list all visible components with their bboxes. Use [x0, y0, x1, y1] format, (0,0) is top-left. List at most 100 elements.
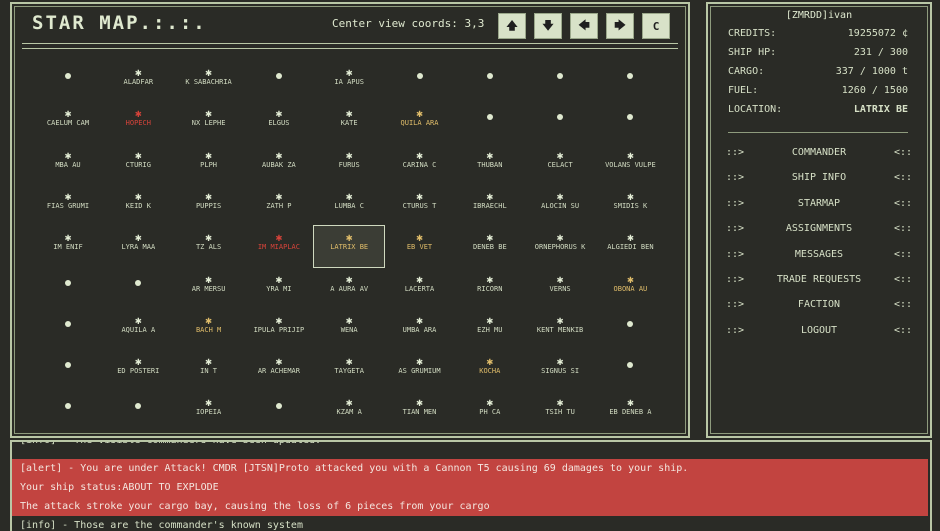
- menu-label: MESSAGES: [794, 249, 844, 260]
- star-system-cell[interactable]: ✱ DENEB BE: [455, 226, 525, 267]
- star-system-cell[interactable]: ✱ SIGNUS SI: [525, 350, 595, 391]
- star-system-cell[interactable]: ✱ IA APUS: [314, 61, 384, 102]
- star-system-cell[interactable]: ✱ CELACT: [525, 144, 595, 185]
- star-system-cell[interactable]: ✱ PLPH: [174, 144, 244, 185]
- empty-sector-cell[interactable]: [33, 350, 103, 391]
- empty-sector-cell[interactable]: [455, 61, 525, 102]
- star-system-cell[interactable]: ✱ WENA: [314, 309, 384, 350]
- star-system-cell[interactable]: ✱ IN T: [174, 350, 244, 391]
- empty-sector-cell[interactable]: [103, 268, 173, 309]
- star-icon: ✱: [134, 355, 142, 369]
- star-system-cell[interactable]: ✱ AR ACHEMAR: [244, 350, 314, 391]
- star-system-cell[interactable]: ✱ IM MIAPLAC: [244, 226, 314, 267]
- star-system-cell[interactable]: ✱ AS GRUMIUM: [385, 350, 455, 391]
- star-system-cell[interactable]: ✱ AQUILA A: [103, 309, 173, 350]
- menu-messages[interactable]: ::> MESSAGES <::: [726, 249, 912, 263]
- star-system-cell[interactable]: ✱ ORNEPHORUS K: [525, 226, 595, 267]
- star-system-cell[interactable]: ✱ KZAM A: [314, 391, 384, 432]
- empty-sector-cell[interactable]: [595, 61, 665, 102]
- star-system-cell[interactable]: ✱ NX LEPHE: [174, 102, 244, 143]
- star-system-cell[interactable]: ✱ UMBA ARA: [385, 309, 455, 350]
- star-system-cell[interactable]: ✱ RICORN: [455, 268, 525, 309]
- star-system-cell[interactable]: ✱ A AURA AV: [314, 268, 384, 309]
- current-system-cell[interactable]: ✱ LATRIX BE: [313, 225, 386, 269]
- star-system-cell[interactable]: ✱ THUBAN: [455, 144, 525, 185]
- star-system-cell[interactable]: ✱ CTURIG: [103, 144, 173, 185]
- star-system-cell[interactable]: ✱ CTURUS T: [385, 185, 455, 226]
- menu-label: FACTION: [797, 299, 841, 310]
- star-system-cell[interactable]: ✱ EB DENEB A: [595, 391, 665, 432]
- star-system-cell[interactable]: ✱ KENT MENKIB: [525, 309, 595, 350]
- star-system-cell[interactable]: ✱ IBRAECHL: [455, 185, 525, 226]
- star-system-cell[interactable]: ✱ EB VET: [385, 226, 455, 267]
- star-system-cell[interactable]: ✱ ELGUS: [244, 102, 314, 143]
- empty-sector-cell[interactable]: [244, 391, 314, 432]
- empty-sector-dot-icon: [65, 279, 71, 286]
- star-system-cell[interactable]: ✱ FIAS GRUMI: [33, 185, 103, 226]
- empty-sector-cell[interactable]: [385, 61, 455, 102]
- star-system-cell[interactable]: ✱ K SABACHRIA: [174, 61, 244, 102]
- empty-sector-cell[interactable]: [33, 268, 103, 309]
- star-system-cell[interactable]: ✱ OBONA AU: [595, 268, 665, 309]
- star-system-cell[interactable]: ✱ BACH M: [174, 309, 244, 350]
- star-system-cell[interactable]: ✱ AR MERSU: [174, 268, 244, 309]
- star-icon: ✱: [627, 189, 634, 203]
- star-system-cell[interactable]: ✱ AUBAK ZA: [244, 144, 314, 185]
- empty-sector-cell[interactable]: [33, 61, 103, 102]
- menu-starmap[interactable]: ::> STARMAP <::: [726, 198, 912, 212]
- star-system-cell[interactable]: ✱ IM ENIF: [33, 226, 103, 267]
- star-system-cell[interactable]: ✱ LYRA MAA: [103, 226, 173, 267]
- menu-assignments[interactable]: ::> ASSIGNMENTS <::: [726, 223, 912, 237]
- empty-sector-cell[interactable]: [455, 102, 525, 143]
- menu-label: SHIP INFO: [791, 172, 847, 183]
- star-system-cell[interactable]: ✱ HOPECH: [103, 102, 173, 143]
- star-system-cell[interactable]: ✱ TZ ALS: [174, 226, 244, 267]
- star-system-cell[interactable]: ✱ IOPEIA: [174, 391, 244, 432]
- star-system-cell[interactable]: ✱ FURUS: [314, 144, 384, 185]
- star-system-cell[interactable]: ✱ KOCHA: [455, 350, 525, 391]
- star-system-cell[interactable]: ✱ LACERTA: [385, 268, 455, 309]
- menu-logout[interactable]: ::> LOGOUT <::: [726, 325, 912, 339]
- star-system-cell[interactable]: ✱ PH CA: [455, 391, 525, 432]
- menu-faction[interactable]: ::> FACTION <::: [726, 299, 912, 313]
- empty-sector-cell[interactable]: [525, 102, 595, 143]
- star-system-cell[interactable]: ✱ SMIDIS K: [595, 185, 665, 226]
- empty-sector-cell[interactable]: [595, 102, 665, 143]
- star-system-cell[interactable]: ✱ TAYGETA: [314, 350, 384, 391]
- empty-sector-cell[interactable]: [33, 391, 103, 432]
- system-name: AR ACHEMAR: [257, 367, 300, 376]
- star-system-cell[interactable]: ✱ VERNS: [525, 268, 595, 309]
- star-system-cell[interactable]: ✱ ED POSTERI: [103, 350, 173, 391]
- star-system-cell[interactable]: ✱ YRA MI: [244, 268, 314, 309]
- empty-sector-cell[interactable]: [244, 61, 314, 102]
- menu-ship-info[interactable]: ::> SHIP INFO <::: [726, 172, 912, 186]
- empty-sector-cell[interactable]: [103, 391, 173, 432]
- star-system-cell[interactable]: ✱ CAELUM CAM: [33, 102, 103, 143]
- star-system-cell[interactable]: ✱ ALGIEDI BEN: [595, 226, 665, 267]
- menu-trade-requests[interactable]: ::> TRADE REQUESTS <::: [726, 274, 912, 288]
- star-icon: ✱: [416, 272, 423, 286]
- system-name: KATE: [340, 119, 358, 128]
- star-system-cell[interactable]: ✱ VOLANS VULPE: [595, 144, 665, 185]
- star-system-cell[interactable]: ✱ EZH MU: [455, 309, 525, 350]
- star-system-cell[interactable]: ✱ TSIH TU: [525, 391, 595, 432]
- menu-commander[interactable]: ::> COMMANDER <::: [726, 147, 912, 161]
- star-system-cell[interactable]: ✱ IPULA PRIJIP: [244, 309, 314, 350]
- star-system-cell[interactable]: ✱ KATE: [314, 102, 384, 143]
- star-system-cell[interactable]: ✱ LUMBA C: [314, 185, 384, 226]
- star-system-cell[interactable]: ✱ ALOCIN SU: [525, 185, 595, 226]
- system-name: RICORN: [477, 284, 503, 293]
- empty-sector-cell[interactable]: [595, 350, 665, 391]
- empty-sector-cell[interactable]: [525, 61, 595, 102]
- star-system-cell[interactable]: ✱ MBA AU: [33, 144, 103, 185]
- star-icon: ✱: [275, 148, 283, 162]
- empty-sector-cell[interactable]: [595, 309, 665, 350]
- star-system-cell[interactable]: ✱ TIAN MEN: [385, 391, 455, 432]
- star-system-cell[interactable]: ✱ PUPPIS: [174, 185, 244, 226]
- star-system-cell[interactable]: ✱ ALADFAR: [103, 61, 173, 102]
- star-system-cell[interactable]: ✱ QUILA ARA: [385, 102, 455, 143]
- empty-sector-cell[interactable]: [33, 309, 103, 350]
- star-system-cell[interactable]: ✱ CARINA C: [385, 144, 455, 185]
- star-system-cell[interactable]: ✱ ZATH P: [244, 185, 314, 226]
- star-system-cell[interactable]: ✱ KEID K: [103, 185, 173, 226]
